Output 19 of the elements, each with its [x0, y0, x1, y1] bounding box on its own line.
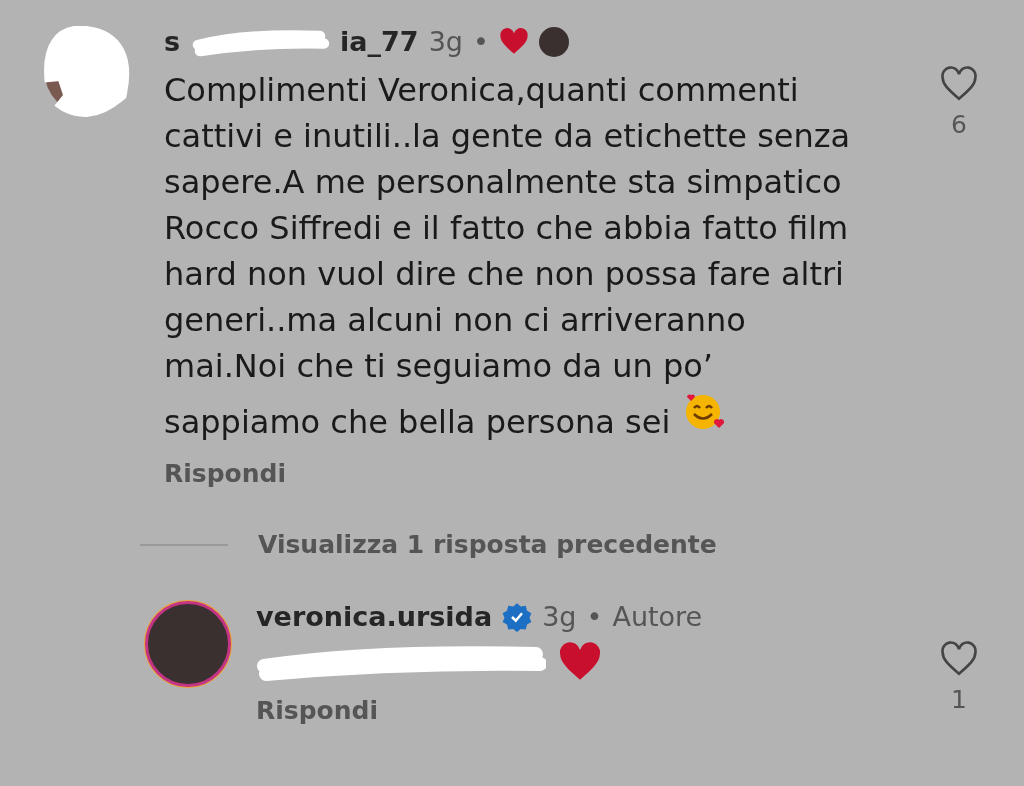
reply-link[interactable]: Rispondi: [164, 459, 902, 488]
view-replies-link[interactable]: Visualizza 1 risposta precedente: [258, 530, 717, 559]
heart-emoji-icon: [558, 642, 602, 682]
like-count: 6: [951, 110, 967, 139]
author-avatar: [538, 26, 569, 57]
username[interactable]: s: [164, 26, 181, 57]
comment-text: Complimenti Veronica,quanti commenti cattivi e inutili..la gente da etichette senza sapere.A me personalmente sta simpatico Rocco Siffredi e il fatto che abbia fatto film hard non vuol dire che non possa fare altri generi..ma alcuni non ci arriveranno mai.Noi che ti seguiamo da un po’ sappiamo che bella persona sei: [164, 70, 852, 443]
username[interactable]: veronica.ursida: [256, 601, 493, 632]
author-label: Autore: [612, 601, 703, 632]
like-count: 1: [951, 685, 967, 714]
heart-icon: [498, 28, 529, 55]
timestamp: 3g: [542, 601, 577, 632]
username[interactable]: ia_77: [340, 26, 419, 57]
timestamp: 3g: [428, 26, 463, 57]
separator-dot: •: [586, 601, 603, 632]
reply-link[interactable]: Rispondi: [256, 696, 909, 725]
heart-outline-icon[interactable]: [939, 66, 979, 102]
heart-outline-icon[interactable]: [939, 641, 979, 677]
separator-dot: •: [472, 26, 489, 57]
